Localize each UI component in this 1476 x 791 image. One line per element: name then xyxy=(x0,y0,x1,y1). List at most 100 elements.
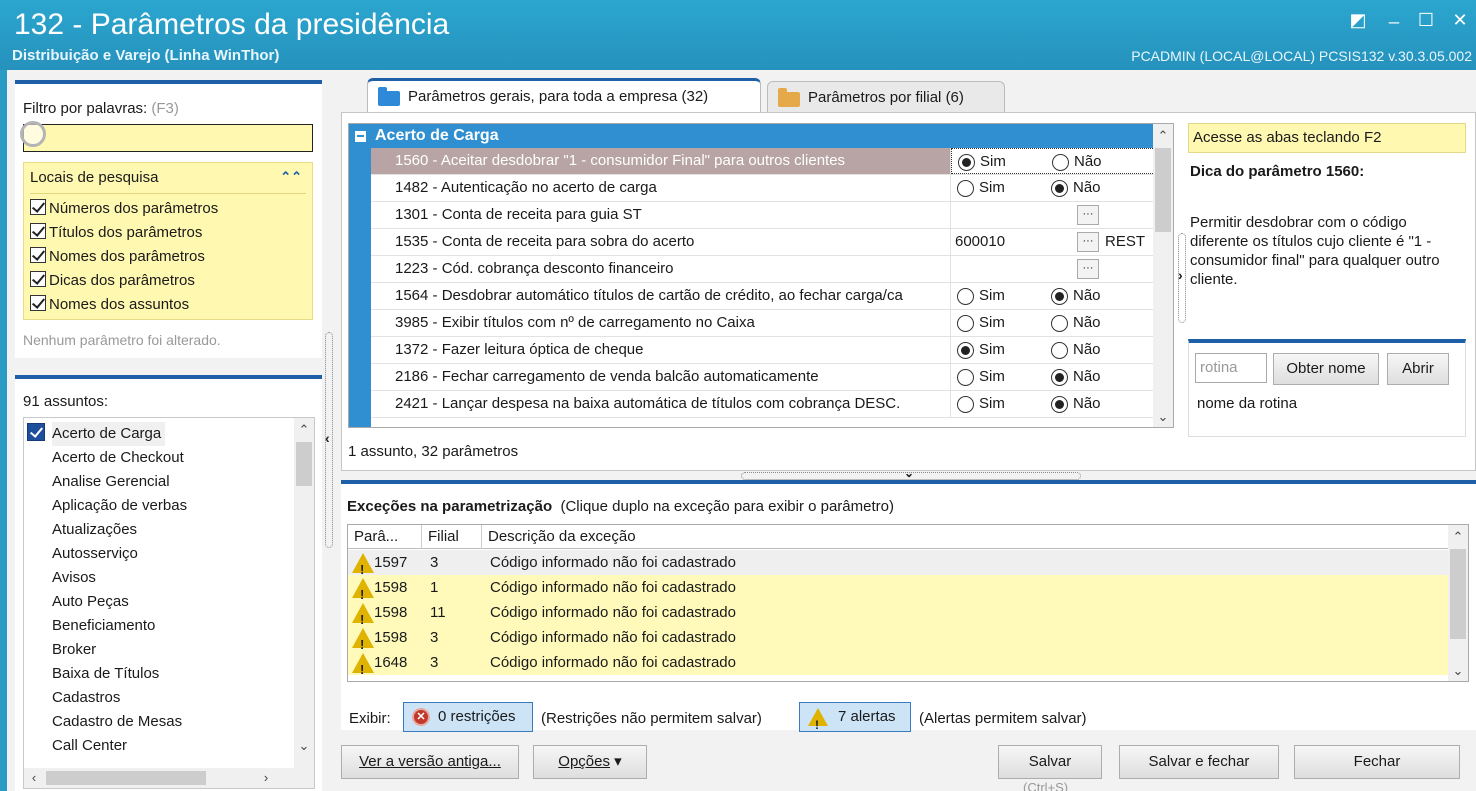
param-row[interactable]: 1482 - Autenticação no acerto de carga S… xyxy=(371,175,1155,202)
list-item[interactable]: Aplicação de verbas xyxy=(52,494,187,518)
option-param-names[interactable]: Nomes dos parâmetros xyxy=(30,247,205,269)
param-row[interactable]: 1560 - Aceitar desdobrar "1 - consumidor… xyxy=(371,148,1155,175)
radio-yes[interactable] xyxy=(957,369,974,386)
checkbox-icon[interactable] xyxy=(30,247,46,263)
list-item[interactable]: Beneficiamento xyxy=(52,614,155,638)
list-item[interactable]: Auto Peças xyxy=(52,590,129,614)
scroll-down-icon[interactable]: ⌄ xyxy=(294,736,314,756)
abrir-button[interactable]: Abrir xyxy=(1387,353,1449,385)
param-row[interactable]: 2421 - Lançar despesa na baixa automátic… xyxy=(371,391,1155,418)
checkbox-icon[interactable] xyxy=(30,271,46,287)
radio-no[interactable] xyxy=(1051,396,1068,413)
param-value[interactable]: 600010 xyxy=(955,229,1005,255)
list-item[interactable]: Acerto de Checkout xyxy=(52,446,184,470)
scroll-right-icon[interactable]: › xyxy=(256,768,276,788)
radio-no[interactable] xyxy=(1051,342,1068,359)
radio-yes[interactable] xyxy=(957,396,974,413)
column-header[interactable]: Parâ... xyxy=(348,525,422,549)
scroll-thumb[interactable] xyxy=(46,771,206,785)
group-header[interactable]: Acerto de Carga xyxy=(349,124,1155,148)
radio-yes[interactable] xyxy=(957,180,974,197)
param-row[interactable]: 3985 - Exibir títulos com nº de carregam… xyxy=(371,310,1155,337)
radio-yes[interactable] xyxy=(957,342,974,359)
param-row[interactable]: 1372 - Fazer leitura óptica de cheque Si… xyxy=(371,337,1155,364)
radio-yes[interactable] xyxy=(957,315,974,332)
param-row[interactable]: 1301 - Conta de receita para guia ST ··· xyxy=(371,202,1155,229)
minimize-icon[interactable]: _ xyxy=(1384,4,1404,24)
exceptions-vscroll[interactable]: ⌃ ⌄ xyxy=(1448,525,1468,681)
scroll-up-icon[interactable]: ⌃ xyxy=(294,420,314,440)
radio-yes[interactable] xyxy=(958,154,975,171)
list-item[interactable]: Autosserviço xyxy=(52,542,138,566)
list-item[interactable]: Atualizações xyxy=(52,518,137,542)
expand-icon[interactable]: › xyxy=(1178,267,1183,283)
maximize-icon[interactable]: ☐ xyxy=(1416,10,1436,30)
alerts-button[interactable]: 7 alertas xyxy=(799,702,911,739)
table-row[interactable]: 1598 3 Código informado não foi cadastra… xyxy=(348,625,1450,657)
column-header[interactable]: Descrição da exceção xyxy=(482,525,1450,549)
lookup-button[interactable]: ··· xyxy=(1077,205,1099,225)
radio-no[interactable] xyxy=(1051,315,1068,332)
table-row[interactable]: 1597 3 Código informado não foi cadastra… xyxy=(348,550,1450,582)
option-subject-names[interactable]: Nomes dos assuntos xyxy=(30,295,189,317)
list-item[interactable]: Broker xyxy=(52,638,96,662)
old-version-button[interactable]: Ver a versão antiga... xyxy=(341,745,519,779)
option-param-hints[interactable]: Dicas dos parâmetros xyxy=(30,271,195,293)
radio-no[interactable] xyxy=(1051,369,1068,386)
scroll-up-icon[interactable]: ⌃ xyxy=(1448,527,1468,547)
scroll-down-icon[interactable]: ⌄ xyxy=(1153,407,1173,427)
subjects-list[interactable]: Acerto de Carga Acerto de Checkout Anali… xyxy=(23,417,315,789)
close-button[interactable]: Fechar xyxy=(1294,745,1460,779)
checkbox-icon[interactable] xyxy=(30,223,46,239)
table-row[interactable]: 1648 3 Código informado não foi cadastra… xyxy=(348,650,1450,681)
param-row[interactable]: 1535 - Conta de receita para sobra do ac… xyxy=(371,229,1155,256)
radio-no[interactable] xyxy=(1051,180,1068,197)
subjects-vscroll[interactable]: ⌃ ⌄ xyxy=(294,418,314,768)
obter-nome-button[interactable]: Obter nome xyxy=(1273,353,1379,385)
subjects-hscroll[interactable]: ‹ › xyxy=(24,768,314,788)
close-icon[interactable]: ✕ xyxy=(1450,10,1470,30)
table-row[interactable]: 1598 11 Código informado não foi cadastr… xyxy=(348,600,1450,632)
scroll-left-icon[interactable]: ‹ xyxy=(24,768,44,788)
collapse-down-icon[interactable]: ⌄ xyxy=(904,466,914,480)
option-param-titles[interactable]: Títulos dos parâmetros xyxy=(30,223,202,245)
options-button[interactable]: Opções ▾ xyxy=(533,745,647,779)
option-param-numbers[interactable]: Números dos parâmetros xyxy=(30,199,218,221)
tab-branch-params[interactable]: Parâmetros por filial (6) xyxy=(767,81,1005,115)
list-item[interactable]: Baixa de Títulos xyxy=(52,662,159,686)
list-item[interactable]: Cadastro de Mesas xyxy=(52,710,182,734)
tab-general-params[interactable]: Parâmetros gerais, para toda a empresa (… xyxy=(367,78,761,115)
scroll-thumb[interactable] xyxy=(1450,549,1466,639)
list-item[interactable]: Call Center xyxy=(52,734,127,758)
scroll-down-icon[interactable]: ⌄ xyxy=(1448,661,1468,681)
param-row[interactable]: 2186 - Fechar carregamento de venda balc… xyxy=(371,364,1155,391)
scroll-up-icon[interactable]: ⌃ xyxy=(1153,126,1173,146)
radio-yes[interactable] xyxy=(957,288,974,305)
restore-icon[interactable]: ◩ xyxy=(1348,10,1368,30)
restrictions-button[interactable]: ✕ 0 restrições xyxy=(403,702,533,732)
radio-no[interactable] xyxy=(1051,288,1068,305)
list-item[interactable]: Analise Gerencial xyxy=(52,470,170,494)
list-item[interactable]: Avisos xyxy=(52,566,96,590)
scroll-thumb[interactable] xyxy=(1155,148,1171,232)
params-vscroll[interactable]: ⌃ ⌄ xyxy=(1153,124,1173,427)
collapse-group-icon[interactable] xyxy=(355,131,366,142)
collapse-icon[interactable]: ⌃⌃ xyxy=(280,169,302,185)
list-item[interactable]: Cadastros xyxy=(52,686,120,710)
params-grid[interactable]: Acerto de Carga 1560 - Aceitar desdobrar… xyxy=(348,123,1174,428)
scroll-thumb[interactable] xyxy=(296,442,312,486)
rotina-input[interactable]: rotina xyxy=(1195,353,1267,383)
exceptions-grid[interactable]: Parâ... Filial Descrição da exceção 1597… xyxy=(347,524,1469,682)
checkbox-icon[interactable] xyxy=(27,423,45,441)
table-row[interactable]: 1598 1 Código informado não foi cadastra… xyxy=(348,575,1450,607)
column-header[interactable]: Filial xyxy=(422,525,482,549)
checkbox-icon[interactable] xyxy=(30,199,46,215)
lookup-button[interactable]: ··· xyxy=(1077,259,1099,279)
lookup-button[interactable]: ··· xyxy=(1077,232,1099,252)
checkbox-icon[interactable] xyxy=(30,295,46,311)
save-close-button[interactable]: Salvar e fechar xyxy=(1119,745,1279,779)
collapse-left-icon[interactable]: ‹ xyxy=(325,430,330,446)
save-button[interactable]: Salvar xyxy=(998,745,1102,779)
filter-input[interactable] xyxy=(20,121,313,152)
radio-no[interactable] xyxy=(1052,154,1069,171)
